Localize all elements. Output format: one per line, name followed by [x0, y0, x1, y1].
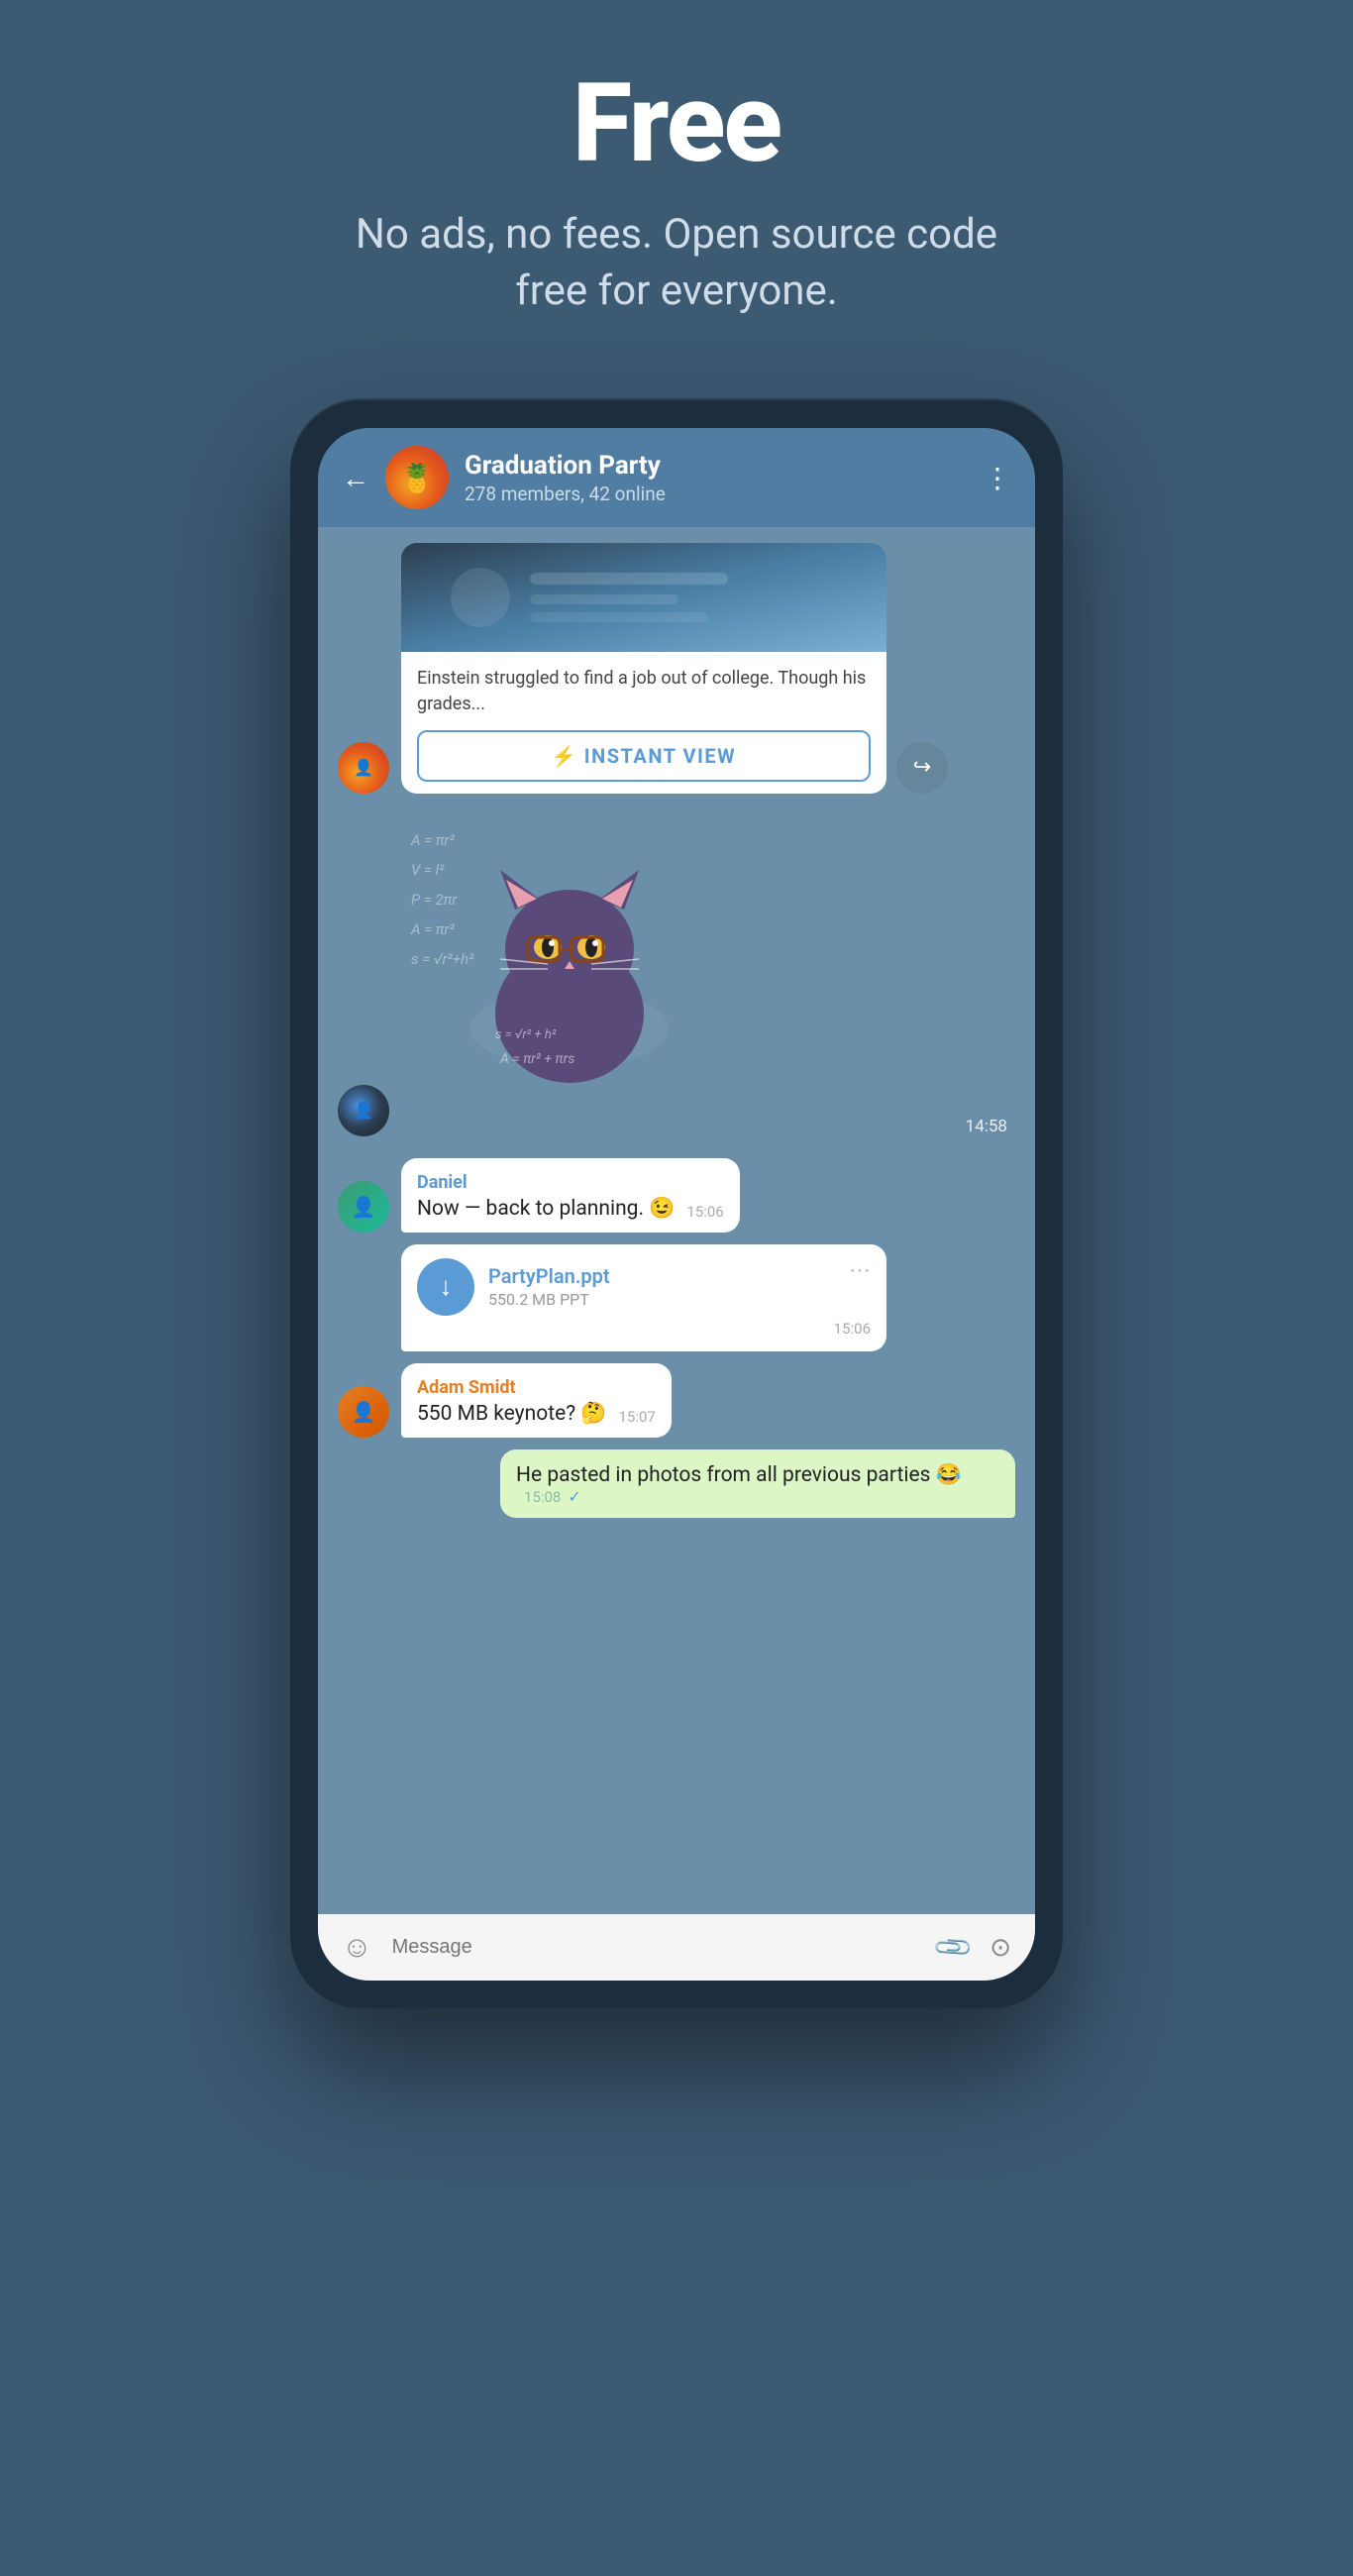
checkmark-icon: ✓	[568, 1487, 580, 1506]
adam-bubble: Adam Smidt 550 MB keynote? 🤔 15:07	[401, 1363, 672, 1438]
svg-text:A = πr² + πrs: A = πr² + πrs	[499, 1051, 574, 1067]
daniel-time: 15:06	[686, 1203, 723, 1221]
adam-message: 👤 Adam Smidt 550 MB keynote? 🤔 15:07	[338, 1363, 1015, 1438]
article-message: 👤	[338, 543, 1015, 793]
sender-avatar-2: 👤	[338, 1085, 389, 1136]
share-button[interactable]: ↪	[896, 742, 948, 794]
article-image-inner	[401, 543, 886, 652]
daniel-message: 👤 Daniel Now — back to planning. 😉 15:06	[338, 1158, 1015, 1233]
instant-view-button[interactable]: ⚡ INSTANT VIEW	[417, 730, 871, 782]
own-bubble: He pasted in photos from all previous pa…	[500, 1449, 1015, 1518]
sticker-image: A = πr² V = l² P = 2πr A = πr² s = √r²+h…	[401, 815, 738, 1113]
chat-meta: 278 members, 42 online	[465, 483, 968, 505]
file-download-button[interactable]: ↓	[417, 1258, 474, 1316]
article-text: Einstein struggled to find a job out of …	[417, 666, 871, 715]
attach-button[interactable]: 📎	[932, 1926, 976, 1970]
chat-body: 👤	[318, 527, 1035, 1914]
chat-more-button[interactable]: ⋮	[984, 462, 1011, 494]
article-image	[401, 543, 886, 652]
chat-header: ← 🍍 Graduation Party 278 members, 42 onl…	[318, 428, 1035, 527]
daniel-bubble: Daniel Now — back to planning. 😉 15:06	[401, 1158, 740, 1233]
article-card: Einstein struggled to find a job out of …	[401, 543, 886, 793]
file-info: PartyPlan.ppt 550.2 MB PPT	[488, 1264, 835, 1309]
file-time: 15:06	[417, 1320, 871, 1338]
adam-avatar: 👤	[338, 1386, 389, 1438]
daniel-sender: Daniel	[417, 1172, 724, 1193]
file-message-row: ↓ PartyPlan.ppt 550.2 MB PPT ⋯ 15:06	[338, 1244, 1015, 1351]
sticker-time: 14:58	[401, 1117, 1015, 1136]
sticker-message: 👤 A = πr² V = l² P = 2πr A = πr² s = √r²…	[338, 805, 1015, 1146]
chat-name: Graduation Party	[465, 451, 968, 481]
daniel-text: Now — back to planning. 😉	[417, 1197, 675, 1221]
chat-avatar: 🍍	[385, 446, 449, 509]
message-input[interactable]	[392, 1936, 918, 1959]
chat-info: Graduation Party 278 members, 42 online	[465, 451, 968, 505]
daniel-avatar: 👤	[338, 1181, 389, 1233]
chat-input-bar: ☺ 📎 ⊙	[318, 1914, 1035, 1981]
sticker-container: A = πr² V = l² P = 2πr A = πr² s = √r²+h…	[401, 815, 1015, 1136]
own-time: 15:08	[524, 1488, 561, 1506]
adam-time: 15:07	[618, 1408, 655, 1426]
own-text: He pasted in photos from all previous pa…	[516, 1463, 962, 1487]
file-sender-spacer	[338, 1300, 389, 1351]
adam-text: 550 MB keynote? 🤔	[417, 1402, 606, 1426]
hero-title: Free	[572, 59, 781, 187]
article-body: Einstein struggled to find a job out of …	[401, 652, 886, 781]
lightning-icon: ⚡	[552, 744, 576, 768]
file-size: 550.2 MB PPT	[488, 1290, 835, 1309]
file-more-button[interactable]: ⋯	[849, 1258, 871, 1283]
emoji-button[interactable]: ☺	[342, 1930, 372, 1965]
own-message-row: He pasted in photos from all previous pa…	[338, 1449, 1015, 1518]
adam-sender: Adam Smidt	[417, 1377, 656, 1398]
camera-button[interactable]: ⊙	[989, 1933, 1011, 1963]
sender-avatar-1: 👤	[338, 742, 389, 794]
file-bubble: ↓ PartyPlan.ppt 550.2 MB PPT ⋯ 15:06	[401, 1244, 886, 1351]
phone-screen: ← 🍍 Graduation Party 278 members, 42 onl…	[318, 428, 1035, 1981]
file-name: PartyPlan.ppt	[488, 1264, 835, 1288]
svg-text:s = √r² + h²: s = √r² + h²	[495, 1027, 557, 1042]
phone-mockup: ← 🍍 Graduation Party 278 members, 42 onl…	[290, 398, 1063, 2008]
hero-subtitle: No ads, no fees. Open source code free f…	[330, 207, 1023, 319]
instant-view-label: INSTANT VIEW	[584, 744, 736, 768]
back-button[interactable]: ←	[342, 462, 369, 494]
